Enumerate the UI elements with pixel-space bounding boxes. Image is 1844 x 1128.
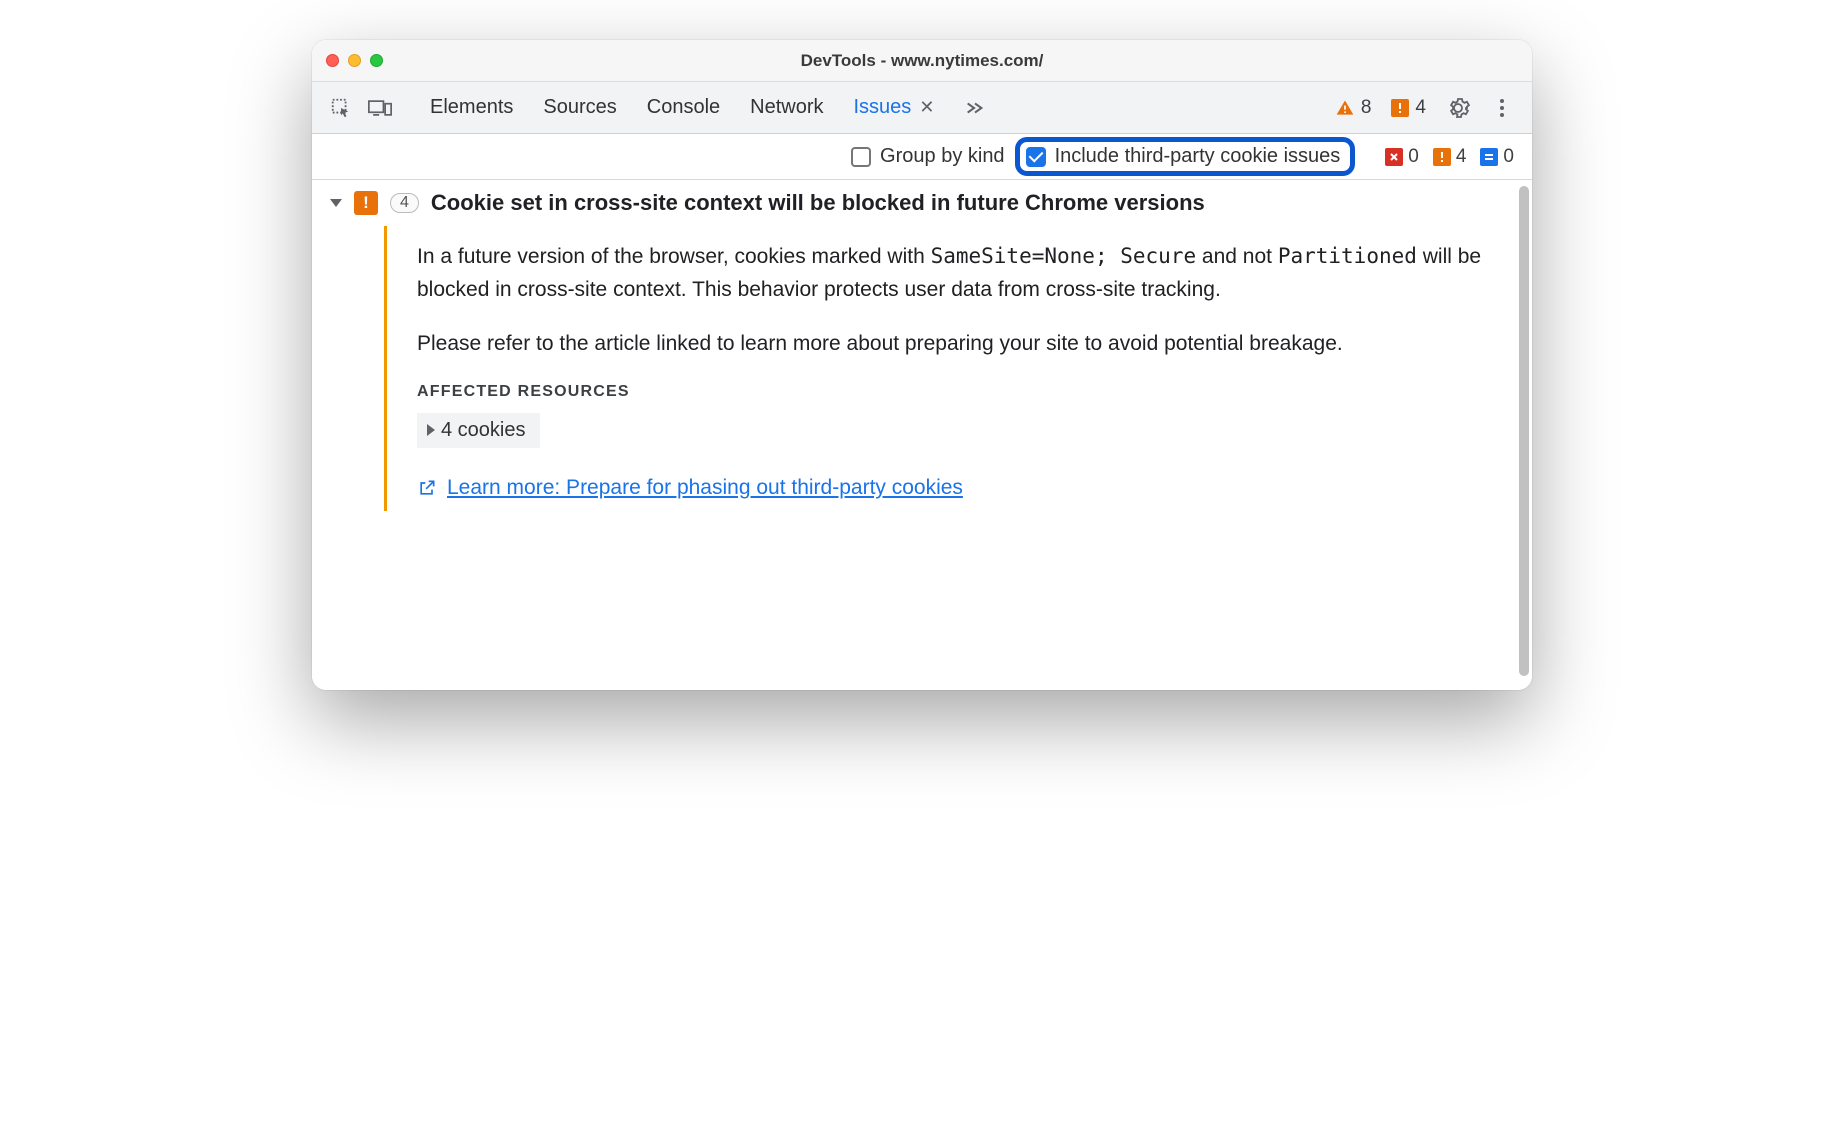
tab-label: Sources — [543, 96, 616, 119]
inspect-icon[interactable] — [330, 97, 352, 119]
filter-controls: Group by kind Include third-party cookie… — [851, 137, 1355, 176]
count-value: 0 — [1503, 146, 1514, 168]
toolbar-left — [330, 97, 392, 119]
warning-square-icon: ! — [354, 191, 378, 215]
warning-square-icon — [1391, 99, 1409, 117]
count-value: 0 — [1408, 146, 1419, 168]
text-fragment: In a future version of the browser, cook… — [417, 245, 931, 268]
window-title: DevTools - www.nytimes.com/ — [312, 51, 1532, 71]
warning-square-icon — [1433, 148, 1451, 166]
error-square-icon — [1385, 148, 1403, 166]
group-by-kind-toggle[interactable]: Group by kind — [851, 145, 1005, 168]
kebab-menu-icon[interactable] — [1490, 96, 1514, 120]
warning-triangle-icon — [1335, 98, 1355, 118]
tab-label: Elements — [430, 96, 513, 119]
annotation-highlight: Include third-party cookie issues — [1015, 137, 1356, 176]
info-count-chip[interactable]: 0 — [1480, 146, 1514, 168]
tab-network[interactable]: Network — [750, 96, 823, 119]
warn-count: 4 — [1415, 97, 1426, 119]
affected-resources-heading: AFFECTED RESOURCES — [417, 383, 1484, 401]
issue-description-2: Please refer to the article linked to le… — [417, 328, 1484, 361]
issues-filterbar: Group by kind Include third-party cookie… — [312, 134, 1532, 180]
chevron-down-icon — [330, 199, 342, 207]
device-toggle-icon[interactable] — [368, 97, 392, 119]
warn-count-chip[interactable]: 4 — [1433, 146, 1467, 168]
count-value: 4 — [1456, 146, 1467, 168]
learn-more-link[interactable]: Learn more: Prepare for phasing out thir… — [417, 476, 963, 500]
issues-content: ! 4 Cookie set in cross-site context wil… — [312, 180, 1532, 690]
code-fragment: SameSite=None; Secure — [931, 244, 1197, 268]
close-icon[interactable]: ✕ — [919, 97, 934, 118]
checkbox-checked-icon — [1026, 147, 1046, 167]
issue-count-pill: 4 — [390, 193, 419, 213]
issue-item: ! 4 Cookie set in cross-site context wil… — [312, 180, 1532, 690]
checkbox-unchecked-icon — [851, 147, 871, 167]
text-fragment: and not — [1196, 245, 1278, 268]
error-count-chip[interactable]: 0 — [1385, 146, 1419, 168]
tab-issues[interactable]: Issues ✕ — [854, 96, 935, 119]
more-tabs-icon[interactable] — [964, 97, 986, 119]
gear-icon[interactable] — [1446, 96, 1470, 120]
chevron-right-icon — [427, 424, 435, 436]
panel-tabs: Elements Sources Console Network Issues … — [430, 96, 986, 119]
tab-console[interactable]: Console — [647, 96, 720, 119]
tab-label: Issues — [854, 96, 912, 119]
scrollbar-thumb[interactable] — [1519, 186, 1529, 676]
titlebar: DevTools - www.nytimes.com/ — [312, 40, 1532, 82]
issue-title: Cookie set in cross-site context will be… — [431, 190, 1205, 216]
tab-elements[interactable]: Elements — [430, 96, 513, 119]
devtools-window: DevTools - www.nytimes.com/ Elements Sou… — [312, 40, 1532, 690]
checkbox-label-text: Include third-party cookie issues — [1055, 145, 1341, 168]
tab-label: Network — [750, 96, 823, 119]
checkbox-label-text: Group by kind — [880, 145, 1005, 168]
resource-count-label: 4 cookies — [441, 419, 526, 442]
warn-badge[interactable]: 4 — [1391, 97, 1426, 119]
link-text: Learn more: Prepare for phasing out thir… — [447, 476, 963, 500]
tab-sources[interactable]: Sources — [543, 96, 616, 119]
tab-label: Console — [647, 96, 720, 119]
external-link-icon — [417, 478, 437, 498]
error-badge[interactable]: 8 — [1335, 97, 1372, 119]
toolbar-right: 8 4 — [1335, 96, 1514, 120]
devtools-toolbar: Elements Sources Console Network Issues … — [312, 82, 1532, 134]
code-fragment: Partitioned — [1278, 244, 1417, 268]
error-count: 8 — [1361, 97, 1372, 119]
include-third-party-toggle[interactable]: Include third-party cookie issues — [1026, 145, 1341, 168]
info-square-icon — [1480, 148, 1498, 166]
issue-counts: 0 4 0 — [1385, 146, 1514, 168]
affected-resources-toggle[interactable]: 4 cookies — [417, 413, 540, 448]
issue-header[interactable]: ! 4 Cookie set in cross-site context wil… — [330, 190, 1514, 216]
issue-body: In a future version of the browser, cook… — [384, 226, 1514, 511]
issue-description-1: In a future version of the browser, cook… — [417, 240, 1484, 306]
